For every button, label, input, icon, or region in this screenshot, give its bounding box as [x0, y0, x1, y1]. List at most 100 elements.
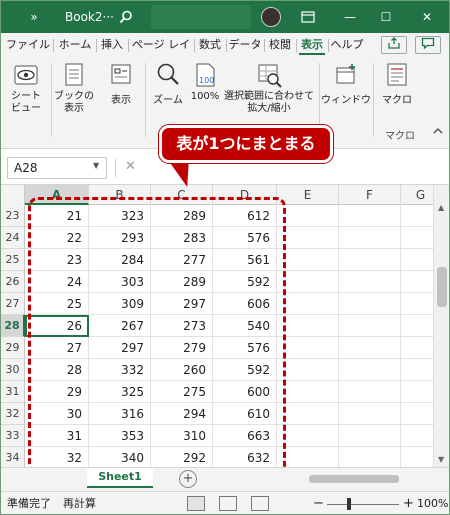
tab-home[interactable]: ホーム [55, 33, 95, 57]
cell[interactable]: 600 [213, 381, 277, 403]
cell[interactable]: 289 [151, 205, 213, 227]
search-box[interactable] [151, 5, 251, 29]
macro-button[interactable]: マクロ [377, 61, 417, 106]
cell[interactable]: 632 [213, 447, 277, 467]
cell[interactable]: 293 [89, 227, 151, 249]
window-button[interactable]: ウィンドウ [321, 61, 371, 106]
ribbon-display-options-icon[interactable] [295, 1, 321, 33]
search-icon[interactable] [115, 1, 137, 33]
normal-view-icon[interactable] [187, 496, 205, 511]
cell[interactable]: 540 [213, 315, 277, 337]
cell[interactable]: 292 [151, 447, 213, 467]
cell[interactable]: 260 [151, 359, 213, 381]
cell[interactable] [339, 381, 401, 403]
cell[interactable] [401, 205, 433, 227]
column-header-a[interactable]: A [25, 185, 89, 205]
scroll-down-icon[interactable]: ▼ [438, 455, 444, 464]
cell[interactable] [401, 249, 433, 271]
cell[interactable] [277, 447, 339, 467]
vertical-scrollbar[interactable]: ▲ ▼ [433, 185, 449, 467]
cell[interactable] [401, 315, 433, 337]
horizontal-scroll-thumb[interactable] [309, 475, 399, 483]
cell[interactable]: 273 [151, 315, 213, 337]
tab-view[interactable]: 表示 [297, 33, 327, 57]
vertical-scroll-thumb[interactable] [437, 267, 447, 307]
cell[interactable]: 576 [213, 227, 277, 249]
name-box[interactable]: A28 [7, 157, 107, 179]
horizontal-scrollbar[interactable] [297, 473, 437, 485]
zoom-slider-thumb[interactable] [347, 498, 351, 510]
cell[interactable]: 592 [213, 271, 277, 293]
cell[interactable] [401, 403, 433, 425]
cell[interactable]: 353 [89, 425, 151, 447]
cell[interactable]: 612 [213, 205, 277, 227]
tab-data[interactable]: データ [227, 33, 263, 57]
cell[interactable]: 340 [89, 447, 151, 467]
cell[interactable]: 310 [151, 425, 213, 447]
cell[interactable] [277, 381, 339, 403]
cell[interactable]: 277 [151, 249, 213, 271]
cell[interactable]: 284 [89, 249, 151, 271]
zoom-100-button[interactable]: 100 100% [187, 61, 223, 102]
name-box-dropdown-icon[interactable]: ▼ [93, 161, 99, 170]
cell[interactable]: 297 [151, 293, 213, 315]
worksheet-grid[interactable]: ABCDEFG 23 21 323 289 612 24 22 293 283 576 25 23 28… [1, 185, 433, 467]
tab-help[interactable]: ヘルプ [329, 33, 365, 57]
display-button[interactable]: 表示 [101, 61, 141, 106]
cell[interactable] [277, 403, 339, 425]
page-break-view-icon[interactable] [251, 496, 269, 511]
book-view-button[interactable]: ブックの 表示 [53, 61, 95, 115]
document-title[interactable]: Book2··· [65, 1, 115, 33]
comment-icon[interactable] [415, 36, 441, 54]
column-header-b[interactable]: B [89, 185, 151, 205]
row-header[interactable]: 24 [1, 227, 25, 249]
cell[interactable]: 23 [25, 249, 89, 271]
add-sheet-button[interactable]: + [179, 470, 197, 488]
cell[interactable] [339, 249, 401, 271]
collapse-ribbon-icon[interactable] [433, 127, 443, 138]
active-cell[interactable]: 26 [25, 315, 89, 337]
cell[interactable] [401, 381, 433, 403]
cell[interactable]: 27 [25, 337, 89, 359]
cell[interactable]: 28 [25, 359, 89, 381]
row-header[interactable]: 30 [1, 359, 25, 381]
row-header[interactable]: 33 [1, 425, 25, 447]
cell[interactable]: 663 [213, 425, 277, 447]
cell[interactable] [339, 271, 401, 293]
cell[interactable] [401, 227, 433, 249]
zoom-to-selection-button[interactable]: 選択範囲に合わせて 拡大/縮小 [223, 61, 315, 115]
cell[interactable] [339, 293, 401, 315]
cell[interactable]: 297 [89, 337, 151, 359]
row-header[interactable]: 31 [1, 381, 25, 403]
row-header[interactable]: 28 [1, 315, 25, 337]
row-header[interactable]: 26 [1, 271, 25, 293]
user-avatar[interactable] [261, 7, 281, 27]
row-header[interactable]: 32 [1, 403, 25, 425]
cell[interactable] [339, 403, 401, 425]
cell[interactable] [401, 293, 433, 315]
cell[interactable]: 561 [213, 249, 277, 271]
cell[interactable]: 325 [89, 381, 151, 403]
column-header-g[interactable]: G [401, 185, 433, 205]
cell[interactable] [339, 447, 401, 467]
minimize-button[interactable]: — [337, 1, 363, 33]
cancel-entry-icon[interactable]: ✕ [125, 159, 136, 174]
cell[interactable] [277, 249, 339, 271]
cell[interactable]: 332 [89, 359, 151, 381]
cell[interactable]: 309 [89, 293, 151, 315]
cell[interactable]: 30 [25, 403, 89, 425]
cell[interactable] [339, 205, 401, 227]
cell[interactable] [401, 447, 433, 467]
cell[interactable] [277, 227, 339, 249]
cell[interactable] [277, 425, 339, 447]
quick-access-toolbar-expand-icon[interactable]: » [23, 1, 45, 33]
share-icon[interactable] [381, 36, 407, 54]
cell[interactable]: 29 [25, 381, 89, 403]
cell[interactable]: 275 [151, 381, 213, 403]
cell[interactable] [401, 359, 433, 381]
cell[interactable]: 22 [25, 227, 89, 249]
cell[interactable] [277, 359, 339, 381]
cell[interactable]: 303 [89, 271, 151, 293]
row-header[interactable]: 29 [1, 337, 25, 359]
scroll-up-icon[interactable]: ▲ [438, 203, 444, 212]
